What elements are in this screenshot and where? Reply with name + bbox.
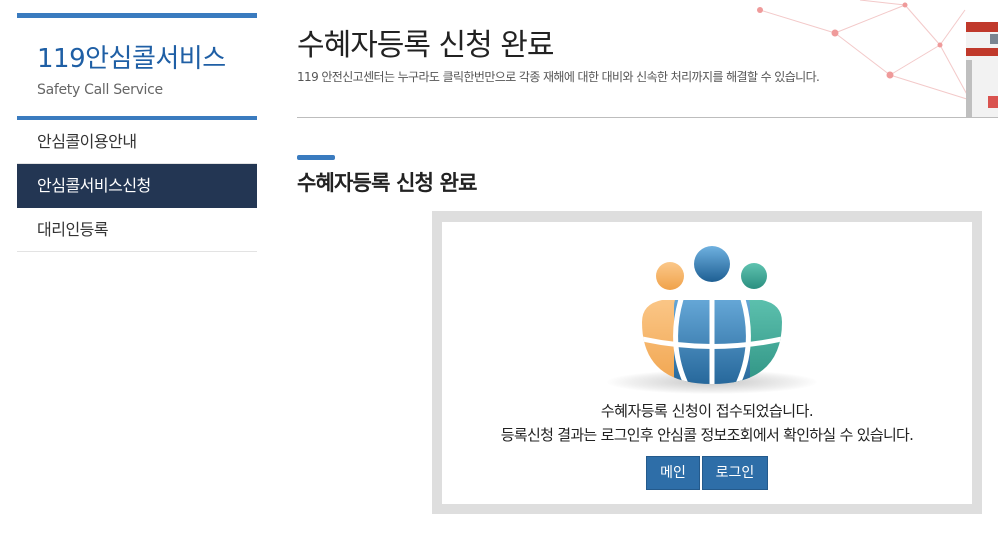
- result-box-inner: 수혜자등록 신청이 접수되었습니다. 등록신청 결과는 로그인후 안심콜 정보조…: [442, 222, 972, 504]
- header-divider: [297, 117, 998, 118]
- sidebar-item-guide[interactable]: 안심콜이용안내: [17, 120, 257, 164]
- result-box: 수혜자등록 신청이 접수되었습니다. 등록신청 결과는 로그인후 안심콜 정보조…: [432, 211, 982, 514]
- people-globe-illustration: [642, 246, 782, 384]
- result-message-line1: 수혜자등록 신청이 접수되었습니다.: [600, 402, 814, 420]
- brand-subtitle: Safety Call Service: [37, 82, 163, 98]
- network-decoration: [757, 0, 998, 118]
- sidebar: 119안심콜서비스 Safety Call Service 안심콜이용안내 안심…: [17, 13, 257, 252]
- page-title: 수혜자등록 신청 완료: [297, 28, 554, 63]
- login-button[interactable]: 로그인: [702, 456, 768, 490]
- result-message-line2: 등록신청 결과는 로그인후 안심콜 정보조회에서 확인하실 수 있습니다.: [500, 426, 914, 444]
- section-marker: [297, 155, 335, 160]
- sidebar-brand: 119안심콜서비스 Safety Call Service: [17, 18, 257, 116]
- main-button[interactable]: 메인: [646, 456, 700, 490]
- page-description: 119 안전신고센터는 누구라도 클릭한번만으로 각종 재해에 대한 대비와 신…: [297, 70, 820, 84]
- sidebar-item-apply[interactable]: 안심콜서비스신청: [17, 164, 257, 208]
- sidebar-item-agent-register[interactable]: 대리인등록: [17, 208, 257, 252]
- brand-title: 119안심콜서비스: [37, 44, 226, 74]
- section-title: 수혜자등록 신청 완료: [297, 171, 478, 195]
